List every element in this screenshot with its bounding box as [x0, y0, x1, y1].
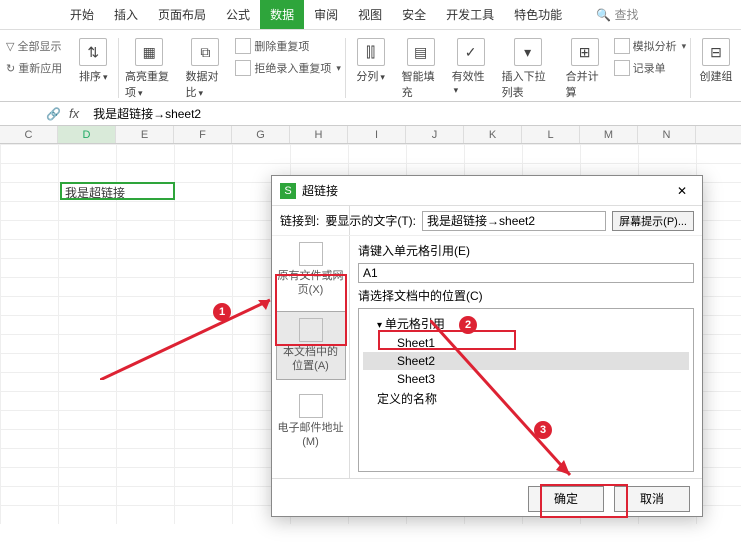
screen-tip-button[interactable]: 屏幕提示(P)... [612, 211, 694, 231]
annotation-marker-2: 2 [459, 316, 477, 334]
ribbon: ▽ 全部显示 ↻ 重新应用 ⇅排序 ▦高亮重复项 ⧉数据对比 删除重复项 拒绝录… [0, 30, 741, 102]
tab-data[interactable]: 数据 [260, 0, 304, 29]
dialog-titlebar: S 超链接 ✕ [272, 176, 702, 206]
tree-root-cellref[interactable]: 单元格引用 [363, 313, 689, 334]
dialog-right-pane: 请键入单元格引用(E) 请选择文档中的位置(C) 单元格引用 Sheet1 Sh… [350, 206, 702, 478]
link-type-file[interactable]: 原有文件或网页(X) [276, 236, 346, 303]
tab-security[interactable]: 安全 [392, 0, 436, 29]
col-f[interactable]: F [174, 126, 232, 143]
highlight-dup-button[interactable]: ▦高亮重复项 [119, 34, 180, 104]
record-button[interactable]: 记录单 [614, 58, 687, 78]
dialog-body: 原有文件或网页(X) 本文档中的位置(A) 电子邮件地址(M) 请键入单元格引用… [272, 206, 702, 478]
tree-sheet1[interactable]: Sheet1 [363, 334, 689, 352]
smartfill-button[interactable]: ▤智能填充 [396, 34, 446, 104]
sort-button[interactable]: ⇅排序 [68, 34, 118, 88]
tab-special[interactable]: 特色功能 [504, 0, 572, 29]
group-icon: ⊟ [702, 38, 730, 66]
tab-insert[interactable]: 插入 [104, 0, 148, 29]
link-type-document[interactable]: 本文档中的位置(A) [276, 311, 346, 380]
fx-label: fx [69, 106, 79, 121]
search-label[interactable]: 🔍 查找 [586, 0, 648, 29]
consolidate-icon: ⊞ [571, 38, 599, 66]
highlight-icon: ▦ [135, 38, 163, 66]
reject-dup-icon [235, 60, 251, 76]
cancel-button[interactable]: 取消 [614, 486, 690, 512]
simulate-icon [614, 38, 630, 54]
file-icon [299, 242, 323, 266]
group-button[interactable]: ⊟创建组 [691, 34, 741, 88]
tree-sheet3[interactable]: Sheet3 [363, 370, 689, 388]
delete-dup-button[interactable]: 删除重复项 [235, 36, 341, 56]
linkto-label: 链接到: [280, 212, 319, 229]
filter-group: ▽ 全部显示 ↻ 重新应用 [0, 34, 68, 80]
close-button[interactable]: ✕ [670, 184, 694, 198]
show-all-button[interactable]: ▽ 全部显示 [6, 36, 62, 56]
analysis-group: 模拟分析 记录单 [610, 34, 691, 80]
tab-formula[interactable]: 公式 [216, 0, 260, 29]
reapply-button[interactable]: ↻ 重新应用 [6, 58, 62, 78]
col-n[interactable]: N [638, 126, 696, 143]
email-icon [299, 394, 323, 418]
tree-sheet2[interactable]: Sheet2 [363, 352, 689, 370]
formula-input[interactable] [87, 107, 741, 121]
tree-defined-names[interactable]: 定义的名称 [363, 388, 689, 409]
dup-group: 删除重复项 拒绝录入重复项 [231, 34, 345, 80]
validity-icon: ✓ [457, 38, 485, 66]
col-g[interactable]: G [232, 126, 290, 143]
col-d[interactable]: D [58, 126, 116, 143]
dialog-footer: 确定 取消 [272, 478, 702, 518]
location-label: 请选择文档中的位置(C) [358, 287, 694, 304]
link-type-email[interactable]: 电子邮件地址(M) [276, 388, 346, 455]
cell-ref-input[interactable] [358, 263, 694, 283]
col-m[interactable]: M [580, 126, 638, 143]
search-text: 查找 [614, 8, 638, 22]
col-c[interactable]: C [0, 126, 58, 143]
ok-button[interactable]: 确定 [528, 486, 604, 512]
col-l[interactable]: L [522, 126, 580, 143]
col-h[interactable]: H [290, 126, 348, 143]
col-k[interactable]: K [464, 126, 522, 143]
hyperlink-dialog: S 超链接 ✕ 链接到: 要显示的文字(T): 屏幕提示(P)... 原有文件或… [271, 175, 703, 517]
simulate-button[interactable]: 模拟分析 [614, 36, 687, 56]
display-text-row: 链接到: 要显示的文字(T): 屏幕提示(P)... [272, 206, 702, 236]
sort-icon: ⇅ [79, 38, 107, 66]
location-tree[interactable]: 单元格引用 Sheet1 Sheet2 Sheet3 定义的名称 [358, 308, 694, 472]
compare-icon: ⧉ [191, 38, 219, 66]
annotation-marker-1: 1 [213, 303, 231, 321]
tab-start[interactable]: 开始 [60, 0, 104, 29]
link-type-list: 原有文件或网页(X) 本文档中的位置(A) 电子邮件地址(M) [272, 206, 350, 478]
document-icon [299, 318, 323, 342]
consolidate-button[interactable]: ⊞合并计算 [560, 34, 610, 104]
app-icon: S [280, 183, 296, 199]
display-label: 要显示的文字(T): [325, 212, 416, 229]
tab-view[interactable]: 视图 [348, 0, 392, 29]
smartfill-icon: ▤ [407, 38, 435, 66]
main-tabs: 开始 插入 页面布局 公式 数据 审阅 视图 安全 开发工具 特色功能 🔍 查找 [0, 0, 741, 30]
tab-review[interactable]: 审阅 [304, 0, 348, 29]
dropdown-icon: ▾ [514, 38, 542, 66]
record-icon [614, 60, 630, 76]
delete-dup-icon [235, 38, 251, 54]
dropdown-button[interactable]: ▾插入下拉列表 [496, 34, 560, 104]
active-cell-d5[interactable]: 我是超链接→sheet2 [60, 182, 175, 200]
display-text-input[interactable] [422, 211, 606, 231]
link-icon[interactable]: 🔗 [46, 107, 61, 121]
column-headers: C D E F G H I J K L M N [0, 126, 741, 144]
formula-bar: 🔗 fx [0, 102, 741, 126]
tab-dev[interactable]: 开发工具 [436, 0, 504, 29]
compare-button[interactable]: ⧉数据对比 [180, 34, 232, 104]
validity-button[interactable]: ✓有效性 [446, 34, 496, 100]
col-j[interactable]: J [406, 126, 464, 143]
tab-layout[interactable]: 页面布局 [148, 0, 216, 29]
cell-ref-label: 请键入单元格引用(E) [358, 242, 694, 259]
split-icon: ⫿⫿ [357, 38, 385, 66]
col-i[interactable]: I [348, 126, 406, 143]
split-button[interactable]: ⫿⫿分列 [346, 34, 396, 88]
dialog-title: 超链接 [302, 182, 670, 199]
reject-dup-button[interactable]: 拒绝录入重复项 [235, 58, 341, 78]
annotation-marker-3: 3 [534, 421, 552, 439]
col-e[interactable]: E [116, 126, 174, 143]
